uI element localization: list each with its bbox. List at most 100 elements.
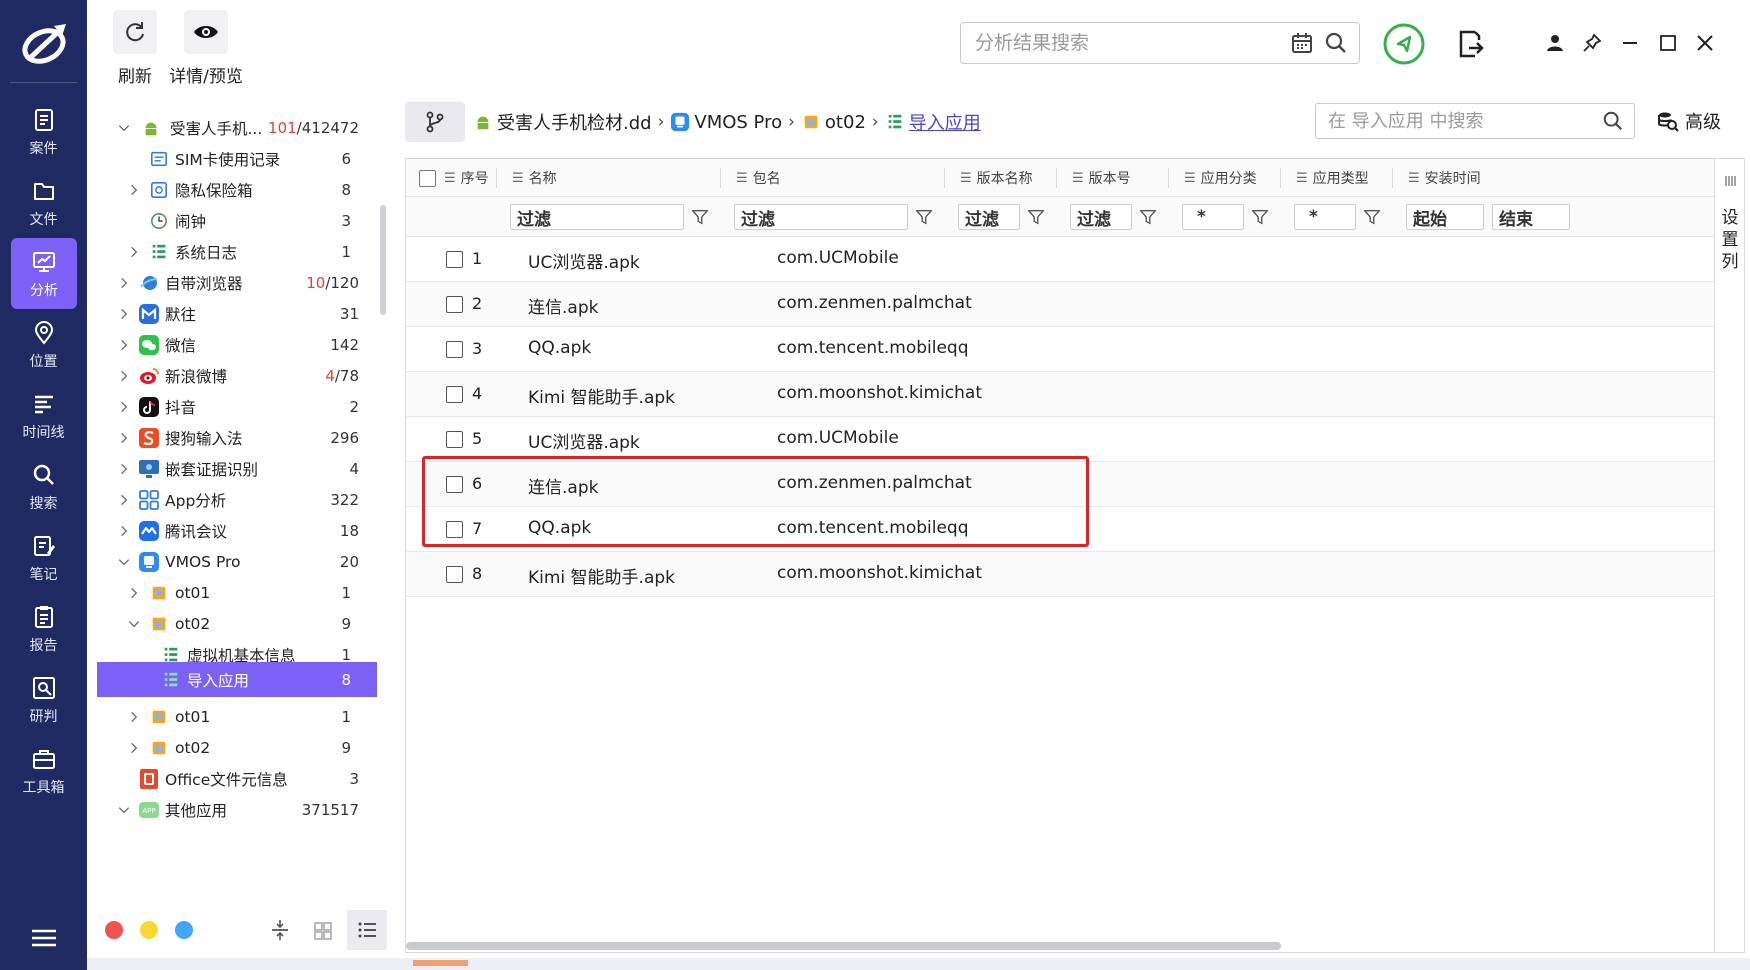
tree-item-office-meta[interactable]: Office文件元信息 3 [97,761,377,796]
version-name-filter-input[interactable] [965,207,1019,227]
table-row[interactable]: 7 QQ.apk com.tencent.mobileqq [406,507,1714,552]
nav-item-toolbox[interactable]: 工具箱 [0,735,87,806]
column-divider[interactable] [496,168,497,188]
chevron-right-icon[interactable] [115,305,133,323]
user-icon[interactable] [1544,32,1566,54]
grid-view-icon[interactable] [312,920,334,942]
tree-item-imported-apps[interactable]: 导入应用 8 [97,662,377,697]
chevron-right-icon[interactable] [125,584,143,602]
table-row[interactable]: 3 QQ.apk com.tencent.mobileqq [406,327,1714,372]
list-view-icon[interactable] [347,910,387,950]
red-tag-dot[interactable] [105,921,123,939]
chevron-right-icon[interactable] [125,243,143,261]
chevron-right-icon[interactable] [115,460,133,478]
chevron-right-icon[interactable] [115,398,133,416]
column-header-name[interactable]: ☰ 名称 [512,159,557,197]
chevron-right-icon[interactable] [115,336,133,354]
yellow-tag-dot[interactable] [140,921,158,939]
column-header-index[interactable]: ☰ 序号 [444,159,489,197]
calendar-icon[interactable] [1285,26,1319,60]
row-checkbox[interactable] [446,476,463,493]
nav-item-report[interactable]: 报告 [0,593,87,664]
tree-item-browser[interactable]: 自带浏览器 10/120 [97,265,377,300]
advanced-search-button[interactable]: 高级 [1655,103,1735,139]
select-all-checkbox[interactable] [419,170,436,187]
row-checkbox[interactable] [446,251,463,268]
column-header-version-name[interactable]: ☰ 版本名称 [960,159,1033,197]
chevron-down-icon[interactable] [125,615,143,633]
nav-item-analysis[interactable]: 分析 [11,238,77,309]
tree-item-sogou[interactable]: 搜狗输入法 296 [97,420,377,455]
column-divider[interactable] [1392,168,1393,188]
tree-item-wechat[interactable]: 微信 142 [97,327,377,362]
chevron-down-icon[interactable] [115,553,133,571]
tree-item-ot02[interactable]: ot02 9 [97,606,377,641]
column-settings-button[interactable]: 设置列 [1715,158,1745,953]
chevron-down-icon[interactable] [115,119,133,137]
breadcrumb-item-imported-apps[interactable]: 导入应用 [885,109,981,135]
table-row[interactable]: 8 Kimi 智能助手.apk com.moonshot.kimichat [406,552,1714,597]
maximize-icon[interactable] [1657,32,1679,54]
table-row[interactable]: 6 连信.apk com.zenmen.palmchat [406,462,1714,507]
refresh-button[interactable]: 刷新 [95,10,175,87]
filter-icon[interactable] [1249,206,1271,228]
column-divider[interactable] [944,168,945,188]
chevron-right-icon[interactable] [115,491,133,509]
row-checkbox[interactable] [446,386,463,403]
tree-item-root[interactable]: 受害人手机... 101/412472 [97,110,377,145]
column-divider[interactable] [1056,168,1057,188]
branch-button[interactable] [405,102,465,142]
column-header-package[interactable]: ☰ 包名 [736,159,781,197]
panel-search-input[interactable] [1316,110,1596,132]
chevron-down-icon[interactable] [115,801,133,819]
filter-icon[interactable] [913,206,935,228]
close-icon[interactable] [1694,32,1716,54]
install-start-filter-input[interactable] [1413,207,1483,227]
install-end-filter-input[interactable] [1499,207,1569,227]
chevron-right-icon[interactable] [125,708,143,726]
chevron-right-icon[interactable] [115,367,133,385]
tree-item-alarm[interactable]: 闹钟 3 [97,203,377,238]
filter-icon[interactable] [689,206,711,228]
row-checkbox[interactable] [446,566,463,583]
tree-item-sim[interactable]: SIM卡使用记录 6 [97,141,377,176]
row-checkbox[interactable] [446,431,463,448]
nav-item-location[interactable]: 位置 [0,309,87,380]
nav-item-case[interactable]: 案件 [0,96,87,167]
breadcrumb-item-ot02[interactable]: ot02 [801,111,866,133]
breadcrumb-item-evidence[interactable]: 受害人手机检材.dd [473,109,652,135]
nav-item-note[interactable]: 笔记 [0,522,87,593]
filter-icon[interactable] [1137,206,1159,228]
table-row[interactable]: 4 Kimi 智能助手.apk com.moonshot.kimichat [406,372,1714,417]
row-checkbox[interactable] [446,341,463,358]
column-divider[interactable] [1280,168,1281,188]
tree-item-ot01-b[interactable]: ot01 1 [97,699,377,734]
search-icon[interactable] [1596,104,1630,138]
filter-icon[interactable] [1025,206,1047,228]
filter-icon[interactable] [1361,206,1383,228]
row-checkbox[interactable] [446,521,463,538]
nav-item-search[interactable]: 搜索 [0,451,87,522]
row-checkbox[interactable] [446,296,463,313]
shield-check-icon[interactable] [1382,22,1426,66]
column-header-install-time[interactable]: ☰ 安装时间 [1408,159,1481,197]
tree-item-vmos-pro[interactable]: VMOS Pro 20 [97,544,377,579]
package-filter-input[interactable] [741,207,907,227]
name-filter-input[interactable] [517,207,683,227]
hamburger-menu-icon[interactable] [28,926,60,950]
collapse-icon[interactable] [268,918,292,942]
category-filter-input[interactable] [1197,207,1243,227]
tree-item-ot02-b[interactable]: ot02 9 [97,730,377,765]
version-code-filter-input[interactable] [1077,207,1131,227]
tree-scrollbar[interactable] [380,205,386,315]
tree-item-nested-evidence[interactable]: 嵌套证据识别 4 [97,451,377,486]
column-header-version-code[interactable]: ☰ 版本号 [1072,159,1131,197]
tree-item-app-analysis[interactable]: App分析 322 [97,482,377,517]
chevron-right-icon[interactable] [125,739,143,757]
nav-item-timeline[interactable]: 时间线 [0,380,87,451]
horizontal-scrollbar[interactable] [406,942,1281,950]
export-icon[interactable] [1455,28,1485,60]
tree-item-other-apps[interactable]: APP 其他应用 371517 [97,792,377,827]
tree-item-syslog[interactable]: 系统日志 1 [97,234,377,269]
result-search-input[interactable] [961,32,1285,54]
